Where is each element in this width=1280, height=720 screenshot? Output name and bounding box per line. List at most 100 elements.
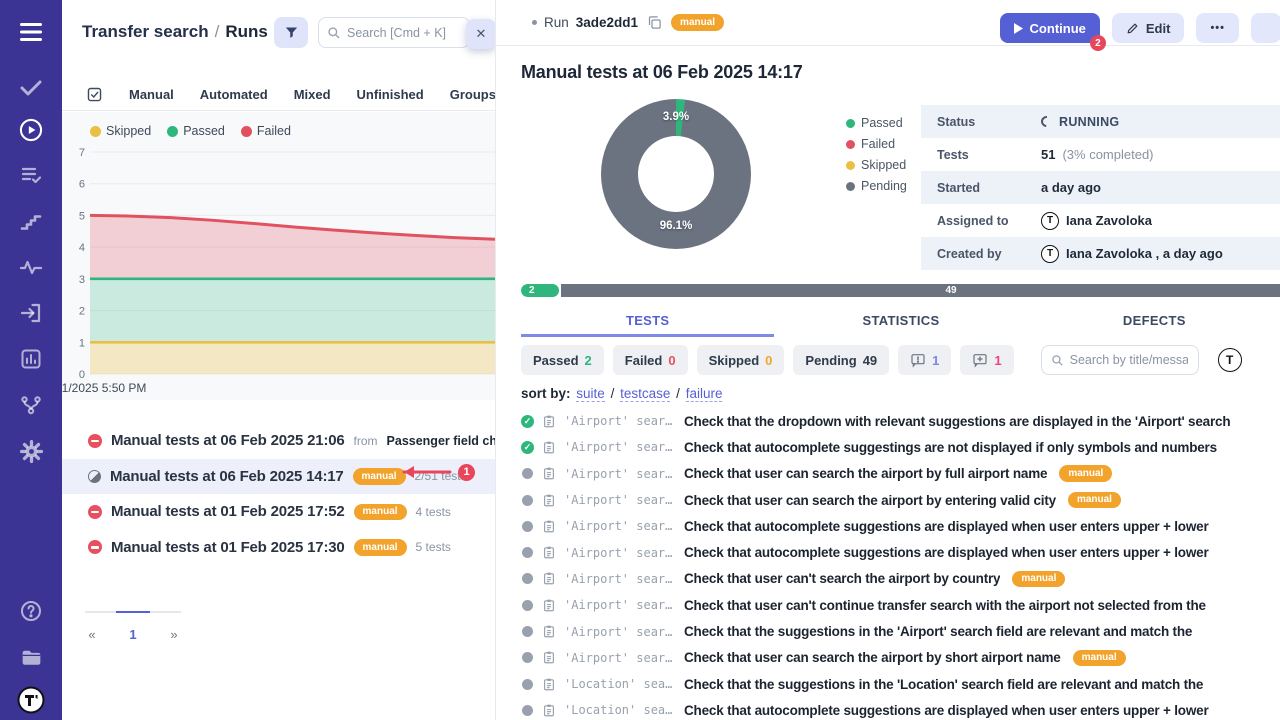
folder-icon[interactable]	[17, 643, 45, 671]
pagination: « 1 »	[85, 611, 181, 642]
passed-filter-chip[interactable]: Passed 2	[521, 345, 604, 375]
breadcrumb-page: Runs	[225, 22, 268, 41]
sort-suite-link[interactable]: suite	[576, 386, 605, 402]
test-row[interactable]: 'Airport' search Check that autocomplete…	[521, 539, 1280, 565]
sort-testcase-link[interactable]: testcase	[620, 386, 670, 402]
list-check-icon[interactable]	[17, 161, 45, 189]
tab-tests[interactable]: TESTS	[521, 307, 774, 337]
help-icon[interactable]	[17, 597, 45, 625]
test-row[interactable]: 'Airport' search Check that autocomplete…	[521, 513, 1280, 539]
legend-dot	[846, 182, 855, 191]
attachments-filter-chip[interactable]: 1	[960, 345, 1013, 375]
test-title: Check that autocomplete suggestions are …	[684, 703, 1209, 718]
branch-icon[interactable]	[17, 391, 45, 419]
search-icon	[1051, 354, 1064, 367]
info-row-assigned: Assigned to TIana Zavoloka	[921, 204, 1280, 237]
test-row[interactable]: 'Airport' search Check that the dropdown…	[521, 408, 1280, 434]
test-status-icon	[522, 626, 533, 637]
x-axis-label: 01/2025 5:50 PM	[62, 381, 146, 395]
runs-tab-mixed[interactable]: Mixed	[294, 87, 331, 102]
edit-button[interactable]: Edit	[1112, 13, 1185, 43]
test-row[interactable]: 'Location' search Check that the suggest…	[521, 671, 1280, 697]
arrow-into-box-icon[interactable]	[17, 299, 45, 327]
workspace-avatar[interactable]	[17, 686, 45, 714]
run-row[interactable]: Manual tests at 01 Feb 2025 17:52 manual…	[62, 494, 495, 530]
svg-text:4: 4	[79, 242, 85, 254]
comments-filter-chip[interactable]: 1	[898, 345, 951, 375]
test-suite-name: 'Airport' search	[564, 598, 676, 612]
test-filters: Passed 2 Failed 0 Skipped 0 Pending 49 1	[521, 345, 1242, 375]
donut-label-passed: 3.9%	[663, 111, 689, 123]
gear-icon[interactable]	[17, 437, 45, 465]
more-actions-button[interactable]: •••	[1196, 13, 1239, 43]
close-search-button[interactable]: ✕	[466, 19, 495, 49]
test-row[interactable]: 'Location' search Check that autocomplet…	[521, 697, 1280, 720]
test-title: Check that user can search the airport b…	[684, 466, 1047, 481]
test-row[interactable]: 'Airport' search Check that user can't c…	[521, 592, 1280, 618]
test-status-icon	[522, 547, 533, 558]
menu-icon[interactable]	[17, 18, 45, 46]
test-row[interactable]: 'Airport' search Check that user can't s…	[521, 566, 1280, 592]
test-search-input[interactable]	[1070, 353, 1188, 367]
test-row[interactable]: 'Airport' search Check that user can sea…	[521, 645, 1280, 671]
sort-failure-link[interactable]: failure	[686, 386, 723, 402]
donut-legend: Passed Failed Skipped Pending	[846, 116, 907, 193]
legend-item[interactable]: Failed	[241, 124, 291, 138]
tab-defects[interactable]: DEFECTS	[1028, 307, 1280, 337]
copy-run-id-button[interactable]	[645, 13, 664, 32]
runs-search-input[interactable]	[347, 26, 447, 40]
test-status-icon	[522, 705, 533, 716]
legend-item[interactable]: Skipped	[90, 124, 151, 138]
svg-text:7: 7	[79, 148, 85, 159]
page-1-button[interactable]: 1	[126, 627, 140, 642]
test-row[interactable]: 'Airport' search Check that the suggesti…	[521, 618, 1280, 644]
info-row-status: Status RUNNING	[921, 105, 1280, 138]
run-detail-panel: Run 3ade2dd1 manual Continue 2 Edit •••	[495, 0, 1280, 720]
legend-dot	[241, 126, 252, 137]
next-page-button[interactable]: »	[167, 627, 181, 642]
partial-button[interactable]	[1251, 13, 1280, 43]
manual-badge: manual	[1068, 492, 1121, 509]
test-row[interactable]: 'Airport' search Check that autocomplete…	[521, 434, 1280, 460]
test-title: Check that autocomplete suggestings are …	[684, 440, 1217, 455]
filter-button[interactable]	[274, 17, 308, 48]
bar-chart-icon[interactable]	[17, 345, 45, 373]
pending-filter-chip[interactable]: Pending 49	[793, 345, 889, 375]
run-id: 3ade2dd1	[576, 15, 638, 30]
select-all-icon[interactable]	[86, 86, 103, 103]
prev-page-button[interactable]: «	[85, 627, 99, 642]
runs-tab-groups[interactable]: Groups	[450, 87, 495, 102]
steps-icon[interactable]	[17, 208, 45, 236]
runs-tab-unfinished[interactable]: Unfinished	[357, 87, 424, 102]
runs-tab-manual[interactable]: Manual	[129, 87, 174, 102]
run-title: Manual tests at 06 Feb 2025 14:17	[521, 62, 803, 83]
test-suite-name: 'Airport' search	[564, 440, 676, 454]
testcase-icon	[542, 414, 556, 429]
test-title: Check that user can search the airport b…	[684, 493, 1056, 508]
assignee-avatar-filter[interactable]: T	[1218, 348, 1242, 372]
test-status-icon	[522, 573, 533, 584]
breadcrumb-project[interactable]: Transfer search	[82, 22, 209, 41]
run-row-selected[interactable]: Manual tests at 06 Feb 2025 14:17 manual…	[62, 459, 495, 495]
test-row[interactable]: 'Airport' search Check that user can sea…	[521, 461, 1280, 487]
svg-text:3: 3	[79, 274, 85, 286]
continue-button[interactable]: Continue 2	[1000, 13, 1100, 43]
legend-item[interactable]: Passed	[167, 124, 225, 138]
test-status-icon	[522, 495, 533, 506]
run-row[interactable]: Manual tests at 06 Feb 2025 21:06 from P…	[62, 423, 495, 459]
runs-tab-automated[interactable]: Automated	[200, 87, 268, 102]
legend-item[interactable]: Passed	[846, 116, 907, 130]
test-title: Check that autocomplete suggestions are …	[684, 519, 1209, 534]
test-row[interactable]: 'Airport' search Check that user can sea…	[521, 487, 1280, 513]
legend-item[interactable]: Pending	[846, 179, 907, 193]
pulse-icon[interactable]	[17, 253, 45, 281]
check-icon[interactable]	[17, 73, 45, 101]
legend-item[interactable]: Skipped	[846, 158, 907, 172]
area-chart-svg: 01234567	[62, 148, 495, 394]
play-circle-icon[interactable]	[17, 116, 45, 144]
tab-statistics[interactable]: STATISTICS	[774, 307, 1027, 337]
skipped-filter-chip[interactable]: Skipped 0	[697, 345, 785, 375]
failed-filter-chip[interactable]: Failed 0	[613, 345, 688, 375]
legend-item[interactable]: Failed	[846, 137, 907, 151]
run-row[interactable]: Manual tests at 01 Feb 2025 17:30 manual…	[62, 530, 495, 566]
